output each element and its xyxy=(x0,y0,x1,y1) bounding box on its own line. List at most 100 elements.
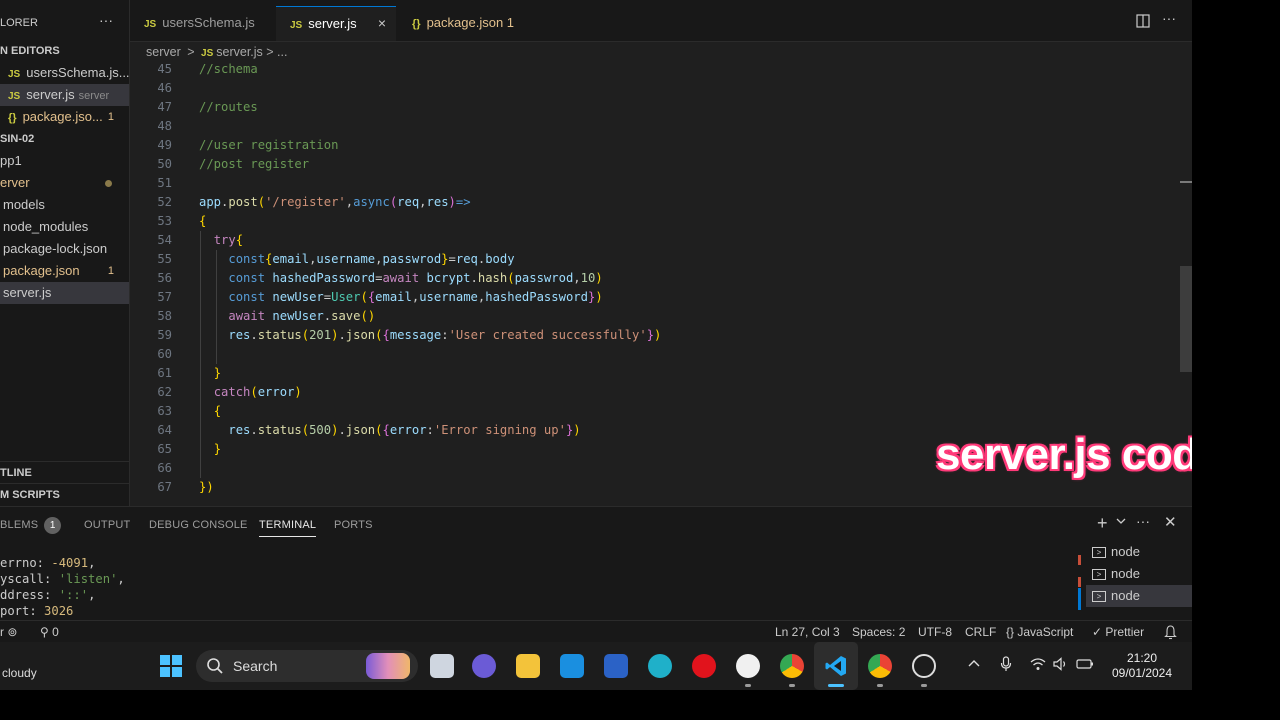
line-number: 63 xyxy=(157,404,172,418)
app-icon[interactable] xyxy=(736,654,760,678)
taskbar-search[interactable]: Search xyxy=(196,650,418,682)
bottom-panel: BLEMS 1 OUTPUT DEBUG CONSOLE TERMINAL POR… xyxy=(0,506,1192,620)
prettier-label: Prettier xyxy=(1105,625,1145,639)
line-number: 52 xyxy=(157,195,172,209)
clock[interactable]: 21:20 09/01/2024 xyxy=(1100,651,1184,681)
editor-scrollbar-thumb[interactable] xyxy=(1180,266,1192,372)
code-text: //schema xyxy=(199,62,258,76)
tab-debug-console[interactable]: DEBUG CONSOLE xyxy=(149,519,248,531)
chrome-icon[interactable] xyxy=(780,654,804,678)
chatgpt-icon[interactable] xyxy=(912,654,936,678)
volume-icon[interactable] xyxy=(1053,657,1069,671)
terminal-status-bar xyxy=(1078,577,1081,587)
wifi-icon[interactable] xyxy=(1030,657,1046,671)
tab-problems[interactable]: BLEMS 1 xyxy=(0,517,62,534)
tab-server-js[interactable]: JS server.js × xyxy=(276,6,396,41)
more-actions-icon[interactable]: ··· xyxy=(99,12,113,28)
tree-item-file[interactable]: package.json 1 xyxy=(0,260,129,282)
breadcrumb-file[interactable]: server.js xyxy=(216,45,263,59)
breadcrumb-symbol[interactable]: > ... xyxy=(266,45,287,59)
npm-scripts-heading[interactable]: M SCRIPTS xyxy=(0,483,129,505)
tree-item-label: erver xyxy=(0,175,30,190)
breadcrumb-folder[interactable]: server xyxy=(146,45,181,59)
running-indicator xyxy=(745,684,751,687)
line-number: 49 xyxy=(157,138,172,152)
terminal-icon: > xyxy=(1092,547,1106,559)
outline-heading[interactable]: TLINE xyxy=(0,461,129,483)
terminal-label: node xyxy=(1111,588,1140,603)
tree-item-file[interactable]: package-lock.json xyxy=(0,238,129,260)
line-number: 50 xyxy=(157,157,172,171)
open-editor-label: usersSchema.js... xyxy=(26,65,130,80)
chevron-down-icon[interactable] xyxy=(1116,517,1126,525)
bell-icon[interactable] xyxy=(1164,621,1177,643)
open-editor-item[interactable]: JS usersSchema.js... xyxy=(0,62,130,84)
chevron-up-icon[interactable] xyxy=(968,658,980,668)
windows-start-icon[interactable] xyxy=(159,654,183,678)
split-editor-icon[interactable] xyxy=(1136,14,1150,28)
tab-output[interactable]: OUTPUT xyxy=(84,519,130,531)
terminal-instance[interactable]: > node xyxy=(1086,585,1192,607)
more-actions-icon[interactable]: ··· xyxy=(1162,10,1176,26)
vscode-taskbar-item[interactable] xyxy=(814,642,858,690)
cursor-position[interactable]: Ln 27, Col 3 xyxy=(775,621,840,643)
tab-package-json[interactable]: {} package.json 1 xyxy=(398,6,538,41)
close-icon[interactable]: × xyxy=(378,7,386,40)
code-text: const newUser=User({email,username,hashe… xyxy=(228,290,603,304)
more-actions-icon[interactable]: ··· xyxy=(1136,513,1150,529)
tab-label: server.js xyxy=(308,16,357,31)
remote-status[interactable]: r ⊚ xyxy=(0,621,17,643)
dev-home-icon[interactable] xyxy=(604,654,628,678)
tree-item-folder[interactable]: node_modules xyxy=(0,216,129,238)
indentation[interactable]: Spaces: 2 xyxy=(852,621,905,643)
tree-item-label: server.js xyxy=(3,285,52,300)
terminal-line: yscall: 'listen', xyxy=(0,572,125,586)
active-indicator xyxy=(828,684,844,687)
code-text: const{email,username,passwrod}=req.body xyxy=(228,252,515,266)
tab-ports[interactable]: PORTS xyxy=(334,519,373,531)
prettier-status[interactable]: ✓ Prettier xyxy=(1092,621,1144,643)
open-editors-heading[interactable]: N EDITORS xyxy=(0,40,129,62)
workspace-folder-heading[interactable]: SIN-02 xyxy=(0,128,129,150)
problem-count: 1 xyxy=(107,111,114,123)
tab-label: package.json 1 xyxy=(426,15,515,30)
language-mode[interactable]: {} JavaScript xyxy=(1006,621,1073,643)
battery-icon[interactable] xyxy=(1076,657,1094,671)
opera-browser-icon[interactable] xyxy=(692,654,716,678)
tree-item-folder[interactable]: pp1 xyxy=(0,150,129,172)
ports-status[interactable]: ⚲ 0 xyxy=(40,621,59,643)
open-editor-item[interactable]: JS server.js server xyxy=(0,84,129,106)
line-ending[interactable]: CRLF xyxy=(965,621,996,643)
microphone-icon[interactable] xyxy=(1000,656,1012,672)
open-editor-item[interactable]: {} package.jso... 1 xyxy=(0,106,129,128)
code-text: const hashedPassword=await bcrypt.hash(p… xyxy=(228,271,603,285)
file-explorer-icon[interactable] xyxy=(516,654,540,678)
meet-chat-icon[interactable] xyxy=(472,654,496,678)
weather-label[interactable]: cloudy xyxy=(2,666,37,680)
code-text: { xyxy=(199,214,207,228)
terminal-instance[interactable]: > node xyxy=(1086,541,1192,563)
open-editor-folder-hint: server xyxy=(78,90,110,102)
tab-terminal[interactable]: TERMINAL xyxy=(259,519,317,537)
terminal-instance[interactable]: > node xyxy=(1086,563,1192,585)
open-editor-label: package.jso... xyxy=(22,109,103,124)
app-store-icon[interactable] xyxy=(560,654,584,678)
broadcast-icon: ⊚ xyxy=(7,625,18,639)
tab-usersschema[interactable]: JS usersSchema.js xyxy=(130,6,274,41)
windows-taskbar: cloudy Search 21:20 09/01/2024 xyxy=(0,642,1192,690)
encoding[interactable]: UTF-8 xyxy=(918,621,952,643)
code-text: catch(error) xyxy=(213,385,302,399)
line-number: 59 xyxy=(157,328,172,342)
tree-item-folder[interactable]: erver xyxy=(0,172,129,194)
close-panel-icon[interactable]: ✕ xyxy=(1164,513,1177,531)
tree-item-file[interactable]: server.js xyxy=(0,282,129,304)
code-text: }) xyxy=(199,480,214,494)
tree-item-folder[interactable]: models xyxy=(0,194,129,216)
chrome-profile-icon[interactable] xyxy=(868,654,892,678)
edge-browser-icon[interactable] xyxy=(648,654,672,678)
terminal-status-bar xyxy=(1078,555,1081,565)
line-number: 55 xyxy=(157,252,172,266)
task-view-icon[interactable] xyxy=(430,654,454,678)
new-terminal-icon[interactable]: + xyxy=(1097,513,1108,534)
line-number: 61 xyxy=(157,366,172,380)
